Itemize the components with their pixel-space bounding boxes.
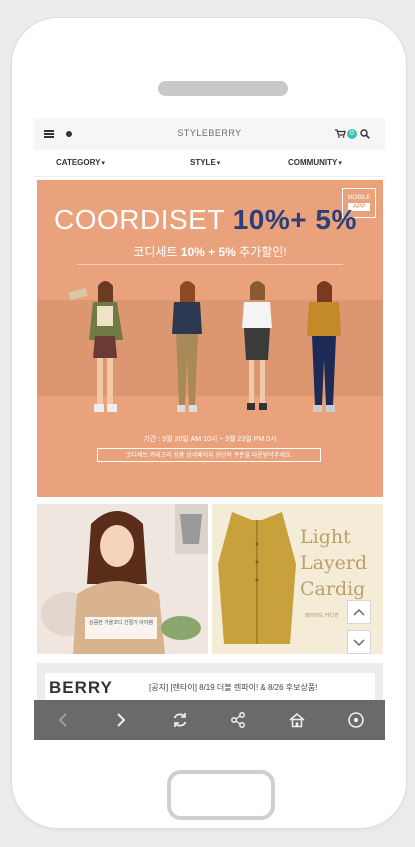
- home-button[interactable]: [167, 770, 275, 820]
- cart-icon[interactable]: [335, 129, 346, 138]
- headline-line-3: Cardig: [300, 578, 366, 600]
- event-period: 기간 : 9월 20일 AM 10시 ~ 9월 23일 PM 0시: [143, 436, 277, 443]
- chevron-up-icon: [353, 608, 365, 616]
- subtitle-pre: 코디세트: [133, 245, 181, 259]
- category-nav: CATEGORY▾ STYLE▾ COMMUNITY▾: [34, 150, 385, 177]
- scroll-bottom-button[interactable]: [347, 630, 371, 654]
- tile-caption: 상큼한 가을코디 간절기 아이템: [85, 617, 157, 639]
- subtitle-bold: 10% + 5%: [180, 245, 236, 259]
- model-image-2: [172, 281, 202, 412]
- banner-title-numbers: 10%+ 5%: [232, 204, 357, 235]
- chevron-down-icon: ▾: [216, 160, 221, 167]
- banner-title-text: COORDISET: [54, 204, 233, 235]
- product-tile-left[interactable]: 상큼한 가을코디 간절기 아이템: [37, 504, 208, 654]
- phone-speaker: [158, 81, 288, 96]
- chevron-down-icon: ▾: [338, 160, 342, 167]
- top-bar: STYLEBERRY 0: [34, 118, 385, 151]
- share-button[interactable]: [209, 700, 267, 740]
- coupon-notice: 코디세트 카테고리 상품 상세페이지 상단의 쿠폰을 다운받아주세요.: [97, 448, 321, 462]
- home-icon: [289, 712, 305, 728]
- notice-strip: BERRY [공지] [렌타이] 8/19 더블 렌파이! & 8/26 후보상…: [37, 663, 383, 703]
- forward-arrow-icon: [117, 713, 126, 727]
- home-nav-button[interactable]: [268, 700, 326, 740]
- more-button[interactable]: [327, 700, 385, 740]
- model-image-1: [68, 281, 123, 412]
- search-icon[interactable]: [360, 129, 370, 139]
- share-icon: [231, 712, 245, 728]
- chevron-down-icon: ▾: [101, 160, 105, 167]
- nav-item-category[interactable]: CATEGORY▾: [56, 158, 105, 167]
- model-image-3: [242, 281, 272, 410]
- promo-banner[interactable]: MOBILE APP COORDISET 10%+ 5% 코디세트 10% + …: [37, 180, 383, 497]
- tile-subtext: 레이어드 카디건: [305, 613, 339, 619]
- scroll-top-button[interactable]: [347, 600, 371, 624]
- headline-line-1: Light: [300, 526, 351, 548]
- brand-logo[interactable]: STYLEBERRY: [34, 128, 385, 138]
- back-arrow-icon: [58, 713, 67, 727]
- banner-title: COORDISET 10%+ 5%: [54, 204, 357, 236]
- options-circle-icon: [348, 712, 364, 728]
- nav-item-community[interactable]: COMMUNITY▾: [288, 158, 342, 167]
- nav-item-label: STYLE: [190, 158, 216, 167]
- subtitle-post: 추가할인!: [235, 245, 287, 259]
- back-button[interactable]: [34, 700, 92, 740]
- refresh-icon: [173, 713, 187, 727]
- banner-divider: [77, 264, 343, 265]
- headline-line-2: Layerd: [300, 552, 368, 574]
- notice-logo: BERRY: [49, 678, 113, 697]
- nav-item-label: CATEGORY: [56, 158, 101, 167]
- browser-toolbar: [34, 700, 385, 740]
- banner-subtitle: 코디세트 10% + 5% 추가할인!: [37, 243, 383, 260]
- refresh-button[interactable]: [151, 700, 209, 740]
- cardigan-image: [218, 512, 296, 644]
- chevron-down-icon: [353, 639, 365, 647]
- badge-label: MOBILE: [347, 195, 371, 201]
- cart-count-badge: 0: [347, 129, 357, 139]
- nav-item-style[interactable]: STYLE▾: [190, 158, 220, 167]
- tile-headline: Light Layerd Cardig: [300, 524, 367, 602]
- model-image-4: [307, 281, 341, 412]
- browser-screen: STYLEBERRY 0 CATEGORY▾ STYLE▾ COMMUNITY▾…: [34, 118, 385, 740]
- forward-button[interactable]: [92, 700, 150, 740]
- notice-link[interactable]: [공지] [렌타이] 8/19 더블 렌파이! & 8/26 후보상품!: [149, 682, 317, 693]
- nav-item-label: COMMUNITY: [288, 158, 338, 167]
